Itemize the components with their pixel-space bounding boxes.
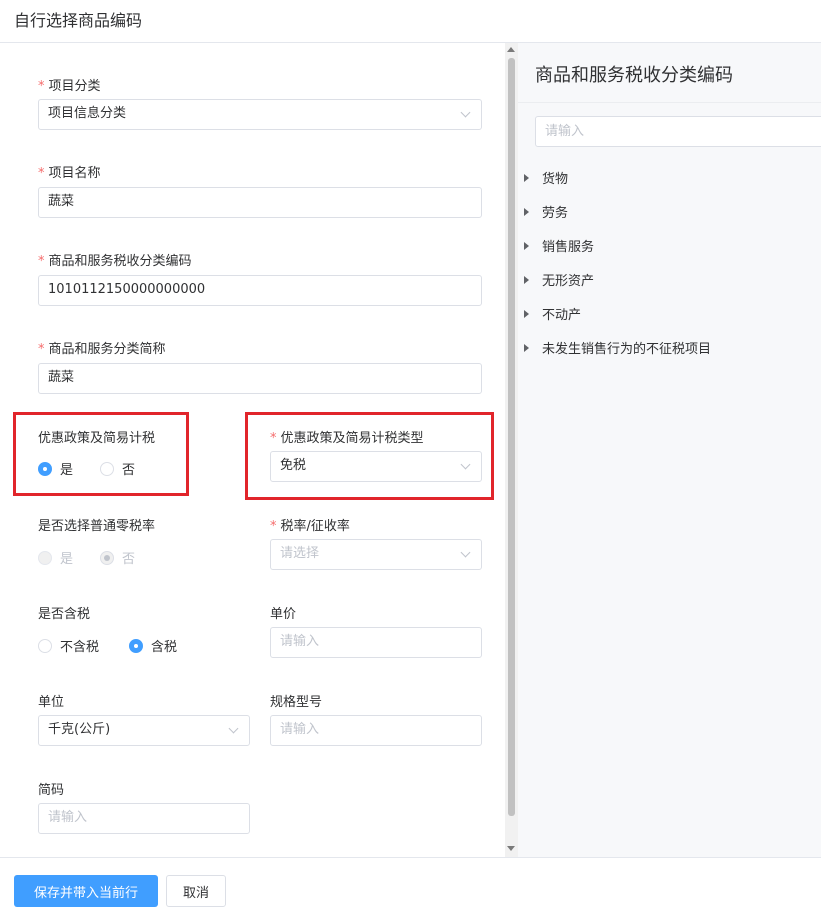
- short-code-label: 简码: [38, 783, 65, 798]
- unit-label: 单位: [38, 695, 65, 710]
- unit-price-label: 单价: [270, 607, 297, 622]
- save-and-apply-button[interactable]: 保存并带入当前行: [14, 875, 158, 907]
- spec-model-label: 规格型号: [270, 695, 323, 710]
- tree-item-non-taxable[interactable]: 未发生销售行为的不征税项目: [524, 338, 711, 357]
- chevron-down-icon: [460, 107, 471, 118]
- tax-code-tree-panel: 商品和服务税收分类编码 请输入 货物 劳务 销售服务 无形资产 不动产 未发生销…: [518, 43, 821, 857]
- caret-right-icon[interactable]: [524, 173, 529, 182]
- highlight-box: [13, 412, 189, 496]
- caret-right-icon[interactable]: [524, 343, 529, 352]
- caret-right-icon[interactable]: [524, 309, 529, 318]
- tree-item-real-estate[interactable]: 不动产: [524, 304, 581, 323]
- divider: [518, 102, 821, 103]
- project-category-select[interactable]: 项目信息分类: [38, 99, 482, 130]
- radio-checked-icon: [129, 638, 143, 653]
- tax-excluded-radio[interactable]: 不含税: [38, 636, 99, 655]
- chevron-down-icon: [228, 723, 239, 734]
- caret-right-icon[interactable]: [524, 275, 529, 284]
- short-name-label: * 商品和服务分类简称: [38, 342, 166, 357]
- project-category-label: * 项目分类: [38, 79, 101, 94]
- form-panel: * 项目分类 项目信息分类 * 项目名称 蔬菜 * 商品和服务税收分类编码 10101…: [0, 43, 505, 857]
- zero-rate-no-radio[interactable]: 否: [100, 548, 135, 567]
- tax-included-radio[interactable]: 含税: [129, 636, 177, 655]
- dialog-header: 自行选择商品编码: [0, 0, 821, 43]
- short-code-input[interactable]: 请输入: [38, 803, 250, 834]
- cancel-button[interactable]: 取消: [166, 875, 226, 907]
- tax-code-label: * 商品和服务税收分类编码: [38, 254, 192, 269]
- short-name-input[interactable]: 蔬菜: [38, 363, 482, 394]
- tree-search-input[interactable]: 请输入: [535, 116, 821, 147]
- tree-item-intangible-assets[interactable]: 无形资产: [524, 270, 594, 289]
- tree-item-sales-service[interactable]: 销售服务: [524, 236, 594, 255]
- radio-unchecked-icon: [38, 638, 52, 653]
- scroll-up-arrow-icon[interactable]: [507, 47, 515, 52]
- zero-rate-label: 是否选择普通零税率: [38, 519, 156, 534]
- tax-rate-select[interactable]: 请选择: [270, 539, 482, 570]
- caret-right-icon[interactable]: [524, 241, 529, 250]
- project-name-input[interactable]: 蔬菜: [38, 187, 482, 218]
- tree-item-labor[interactable]: 劳务: [524, 202, 568, 221]
- tax-rate-label: * 税率/征收率: [270, 519, 350, 534]
- zero-rate-yes-radio[interactable]: 是: [38, 548, 73, 567]
- unit-price-input[interactable]: 请输入: [270, 627, 482, 658]
- tree-item-goods[interactable]: 货物: [524, 168, 568, 187]
- dialog-title: 自行选择商品编码: [14, 11, 143, 30]
- tree-panel-title: 商品和服务税收分类编码: [535, 65, 733, 86]
- dialog-footer: 保存并带入当前行 取消: [0, 857, 821, 909]
- unit-select[interactable]: 千克(公斤): [38, 715, 250, 746]
- spec-model-input[interactable]: 请输入: [270, 715, 482, 746]
- chevron-down-icon: [460, 547, 471, 558]
- tax-included-label: 是否含税: [38, 607, 91, 622]
- highlight-box: [245, 412, 494, 500]
- radio-disabled-icon: [38, 550, 52, 565]
- caret-right-icon[interactable]: [524, 207, 529, 216]
- radio-disabled-checked-icon: [100, 550, 114, 565]
- scrollbar-thumb[interactable]: [508, 58, 515, 816]
- tax-code-input[interactable]: 1010112150000000000: [38, 275, 482, 306]
- project-name-label: * 项目名称: [38, 166, 101, 181]
- scroll-down-arrow-icon[interactable]: [507, 846, 515, 851]
